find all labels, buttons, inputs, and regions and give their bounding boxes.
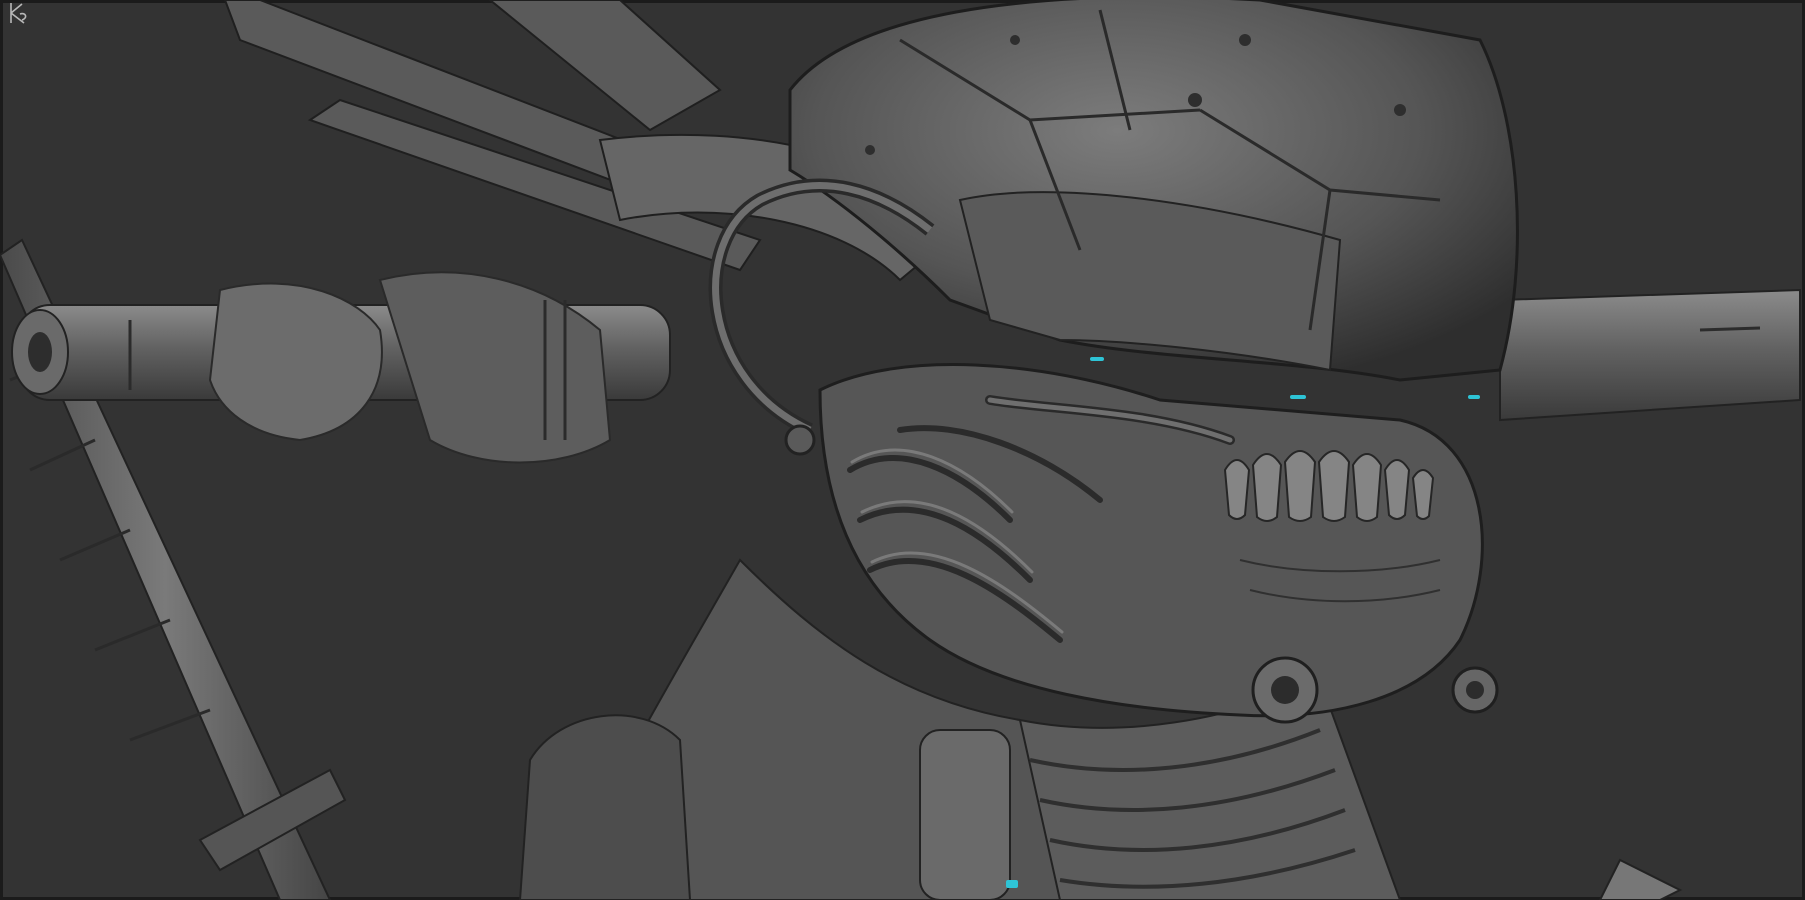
signature-logo <box>10 3 27 24</box>
sculpt-render <box>0 0 1805 900</box>
right-cylinder <box>1499 288 1801 422</box>
teeth <box>1223 450 1435 522</box>
alien-sculpt-illustration <box>0 0 1801 900</box>
alien-face <box>818 363 1499 724</box>
